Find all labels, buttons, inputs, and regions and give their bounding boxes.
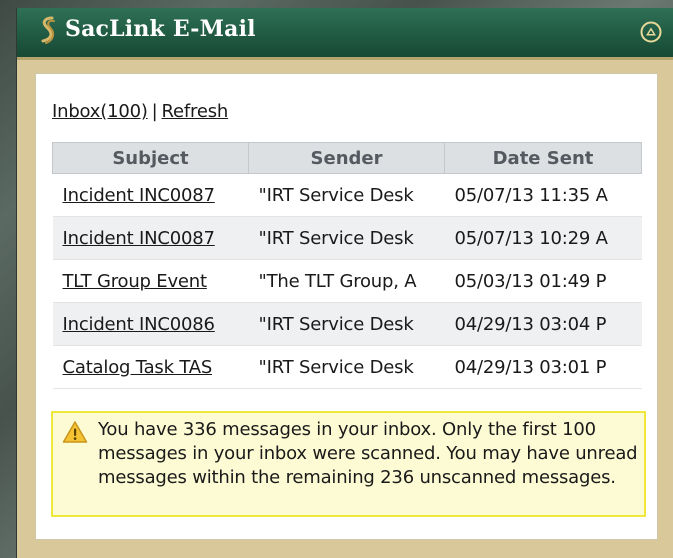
message-subject-link[interactable]: TLT Group Event [63,271,208,292]
table-row: Incident INC0087 "IRT Service Desk 05/07… [52,173,642,217]
message-sender: "IRT Service Desk [248,173,445,217]
message-subject-link[interactable]: Incident INC0087 [63,228,215,249]
table-row: Catalog Task TAS "IRT Service Desk 04/29… [52,345,642,389]
message-sender: "IRT Service Desk [248,345,445,389]
message-date: 05/07/13 11:35 A [444,173,642,217]
table-row: TLT Group Event "The TLT Group, A 05/03/… [52,259,642,303]
message-sender: "IRT Service Desk [248,216,445,260]
message-sender: "The TLT Group, A [248,259,445,303]
inbox-limit-alert: You have 336 messages in your inbox. Onl… [51,411,646,517]
inbox-link[interactable]: Inbox(100) [52,101,148,122]
email-portlet: SacLink E-Mail Inbox(100) | Refresh Subjec… [16,8,673,558]
message-subject-link[interactable]: Catalog Task TAS [63,357,213,378]
refresh-link[interactable]: Refresh [162,101,229,122]
message-subject-cell: Incident INC0087 [52,216,249,260]
message-table: Subject Sender Date Sent Incident INC008… [52,142,642,389]
message-subject-cell: Incident INC0087 [52,173,249,217]
message-subject-link[interactable]: Incident INC0086 [63,314,215,335]
message-subject-cell: Catalog Task TAS [52,345,249,389]
message-date: 05/07/13 10:29 A [444,216,642,260]
message-subject-cell: Incident INC0086 [52,302,249,346]
table-row: Incident INC0087 "IRT Service Desk 05/07… [52,216,642,260]
alert-message: You have 336 messages in your inbox. Onl… [98,419,638,488]
collapse-up-icon[interactable] [639,20,663,44]
message-sender: "IRT Service Desk [248,302,445,346]
message-subject-cell: TLT Group Event [52,259,249,303]
window-title: SacLink E-Mail [65,16,256,42]
column-header-date-sent[interactable]: Date Sent [444,142,642,174]
column-header-sender[interactable]: Sender [248,142,445,174]
message-date: 04/29/13 03:04 P [444,302,642,346]
portlet-content: Inbox(100) | Refresh Subject Sender Date S… [35,73,658,540]
message-date: 05/03/13 01:49 P [444,259,642,303]
table-header-row: Subject Sender Date Sent [52,142,642,174]
toolbar-links: Inbox(100) | Refresh [52,101,228,122]
column-header-subject[interactable]: Subject [52,142,249,174]
message-subject-link[interactable]: Incident INC0087 [63,185,215,206]
table-row: Incident INC0086 "IRT Service Desk 04/29… [52,302,642,346]
warning-icon [62,421,88,443]
message-date: 04/29/13 03:01 P [444,345,642,389]
portlet-titlebar: SacLink E-Mail [17,8,673,60]
link-separator: | [151,101,158,122]
sac-state-s-logo-icon [41,16,55,44]
